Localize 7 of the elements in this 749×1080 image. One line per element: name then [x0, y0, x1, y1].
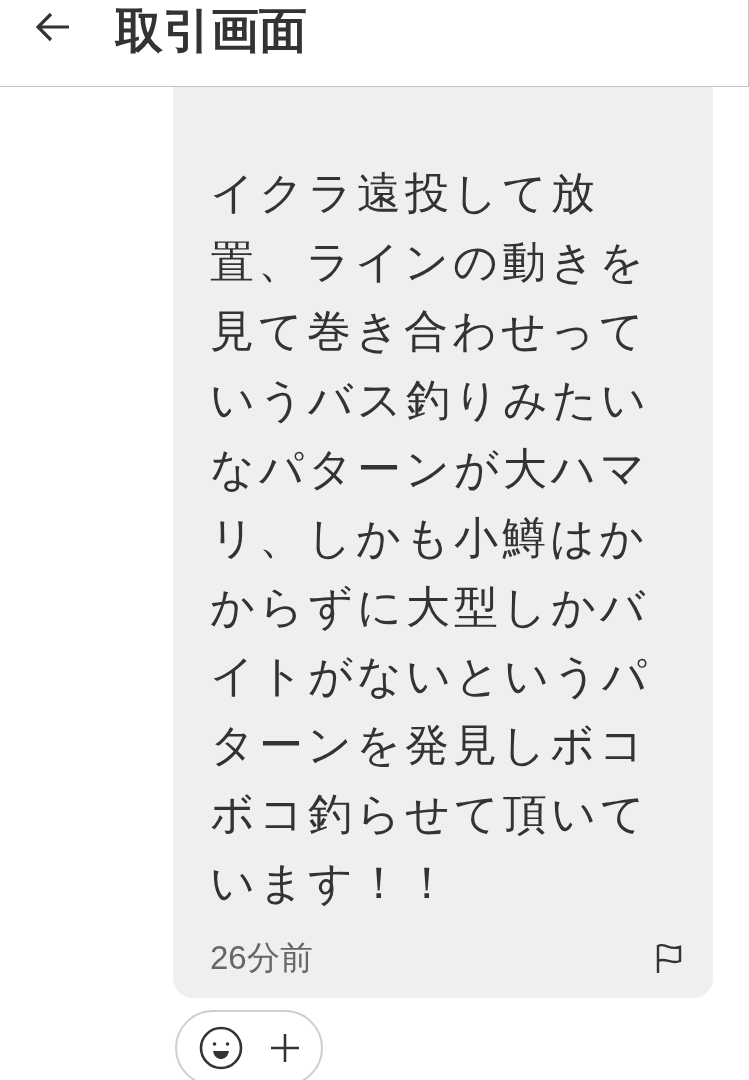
- page-title: 取引画面: [115, 7, 307, 55]
- smiley-icon: [199, 1026, 243, 1070]
- flag-icon[interactable]: [656, 943, 683, 973]
- message-text: イクラ遠投して放置、ラインの動きを見て巻き合わせっていうバス釣りみたいなパターンが大ハマリ、しかも小鱒はかからずに大型しかバイトがないというパターンを発見しボコボコ釣らせて頂いています！！: [210, 167, 652, 909]
- back-arrow-icon: [36, 12, 70, 42]
- message-time: 26分前: [210, 938, 313, 978]
- plus-icon: [270, 1033, 300, 1063]
